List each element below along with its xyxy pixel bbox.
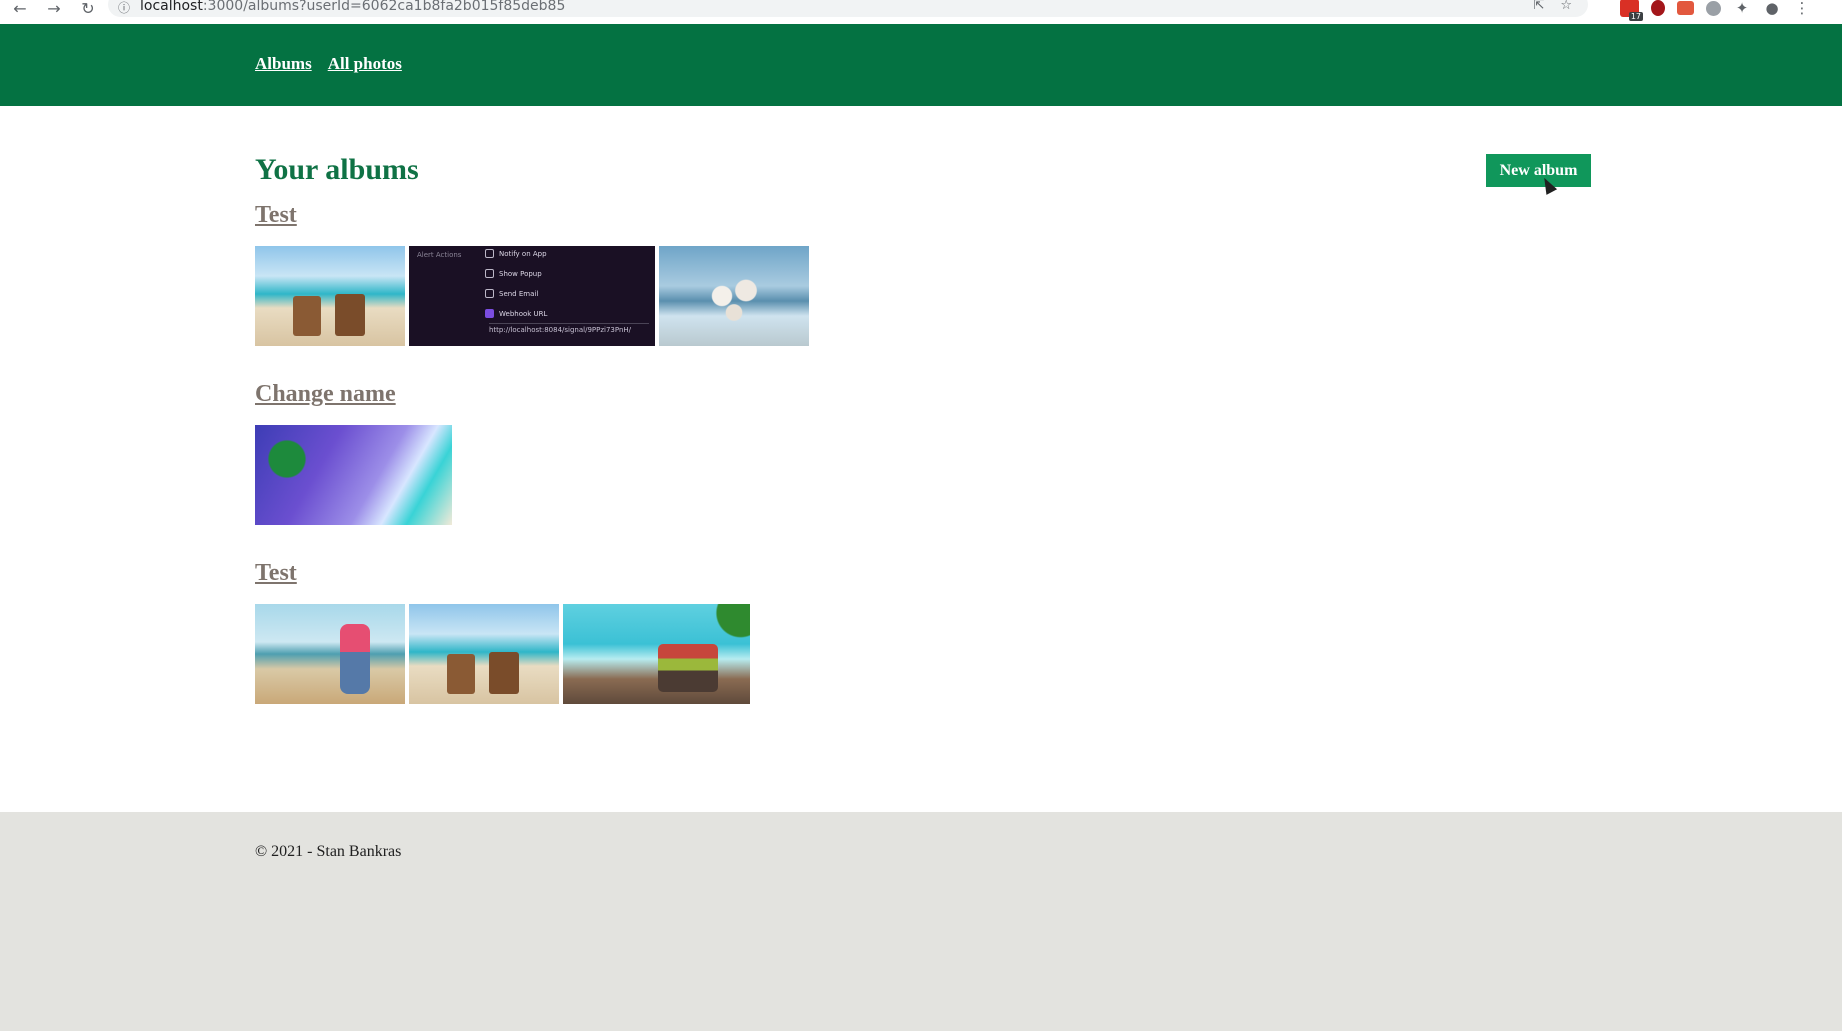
site-footer: © 2021 - Stan Bankras: [0, 812, 1842, 1031]
photo-thumbnail[interactable]: [563, 604, 750, 704]
album-thumbnails: Alert Actions Notify on App Show Popup S…: [255, 246, 809, 346]
main-nav: Albums All photos: [255, 54, 402, 74]
nav-link-albums[interactable]: Albums: [255, 54, 312, 74]
thumb-section-label: Alert Actions: [417, 251, 462, 259]
site-header: Albums All photos: [0, 24, 1842, 106]
new-album-button[interactable]: New album: [1486, 154, 1591, 187]
photo-thumbnail[interactable]: [409, 604, 559, 704]
browser-nav: ← → ↻: [10, 0, 98, 18]
address-bar-url[interactable]: localhost:3000/albums?userId=6062ca1b8fa…: [140, 0, 565, 14]
checkbox-icon: [485, 249, 494, 258]
thumb-option-label: Send Email: [499, 289, 539, 298]
photo-thumbnail[interactable]: Alert Actions Notify on App Show Popup S…: [409, 246, 655, 346]
copyright-text: © 2021 - Stan Bankras: [255, 843, 402, 860]
page-title: Your albums: [255, 153, 419, 186]
thumb-option-label: Show Popup: [499, 269, 542, 278]
forward-arrow-icon[interactable]: →: [44, 0, 64, 18]
fox-extension-icon[interactable]: [1677, 1, 1694, 15]
back-arrow-icon[interactable]: ←: [10, 0, 30, 18]
album-thumbnails: [255, 425, 452, 525]
photo-thumbnail[interactable]: [255, 604, 405, 704]
extension-badge: 17: [1628, 12, 1643, 21]
thumb-option-label: Notify on App: [499, 249, 547, 258]
share-icon[interactable]: ⇱: [1533, 0, 1544, 13]
extension-icons: 17 ✦ ● ⋮: [1620, 0, 1811, 21]
thumb-option: Webhook URL: [485, 309, 547, 318]
checkbox-checked-icon: [485, 309, 494, 318]
calendar-extension-icon[interactable]: 17: [1620, 0, 1643, 21]
settings-extension-icon[interactable]: [1706, 0, 1721, 16]
album-thumbnails: [255, 604, 750, 704]
menu-kebab-icon[interactable]: ⋮: [1793, 0, 1811, 17]
album-title-link[interactable]: Change name: [255, 381, 396, 408]
nav-link-all-photos[interactable]: All photos: [328, 54, 402, 74]
thumb-option: Show Popup: [485, 269, 542, 278]
thumb-option-label: Webhook URL: [499, 309, 548, 318]
puzzle-extensions-icon[interactable]: ✦: [1733, 0, 1751, 17]
photo-thumbnail[interactable]: [255, 246, 405, 346]
url-host: localhost: [140, 0, 203, 14]
address-bar[interactable]: ⓘ localhost:3000/albums?userId=6062ca1b8…: [108, 0, 1588, 17]
checkbox-icon: [485, 289, 494, 298]
bookmark-star-icon[interactable]: ☆: [1560, 0, 1572, 13]
url-path: :3000/albums?userId=6062ca1b8fa2b015f85d…: [202, 0, 566, 14]
profile-icon[interactable]: ●: [1763, 0, 1781, 17]
photo-thumbnail[interactable]: [255, 425, 452, 525]
info-icon[interactable]: ⓘ: [118, 0, 130, 16]
thumb-option: Notify on App: [485, 249, 547, 258]
address-bar-actions: ⇱ ☆: [1533, 0, 1572, 13]
ublock-extension-icon[interactable]: [1651, 0, 1665, 16]
reload-icon[interactable]: ↻: [78, 0, 98, 18]
thumb-option: Send Email: [485, 289, 538, 298]
checkbox-icon: [485, 269, 494, 278]
album-title-link[interactable]: Test: [255, 560, 297, 587]
thumb-webhook-url: http://localhost:8084/signal/9PPzi73PnH/: [489, 323, 649, 334]
photo-thumbnail[interactable]: [659, 246, 809, 346]
album-title-link[interactable]: Test: [255, 202, 297, 229]
browser-toolbar: ← → ↻ ⓘ localhost:3000/albums?userId=606…: [0, 0, 1842, 24]
